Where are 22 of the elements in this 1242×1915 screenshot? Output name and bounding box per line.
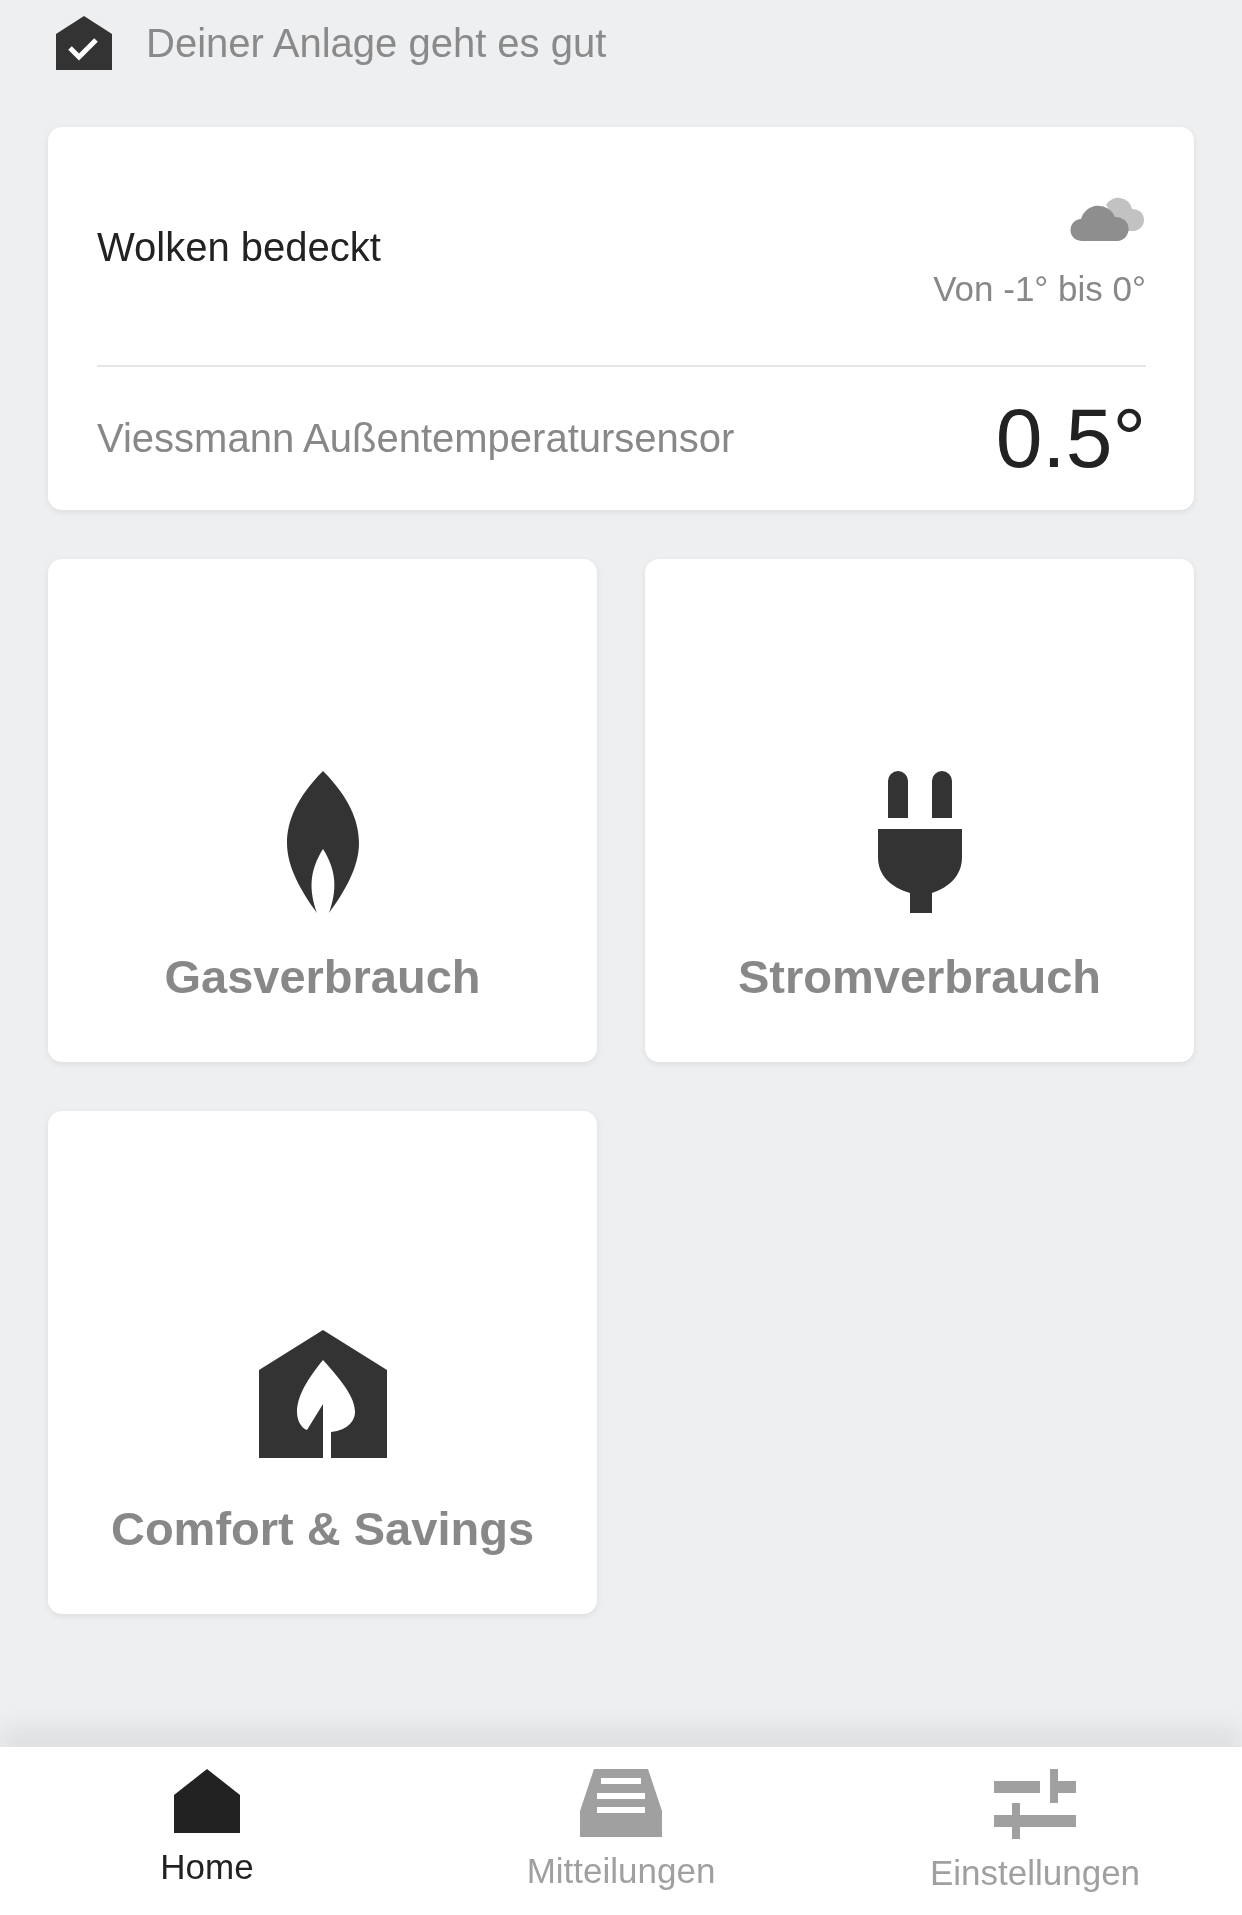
weather-condition: Wolken bedeckt	[97, 225, 381, 270]
home-icon	[174, 1769, 240, 1833]
nav-tab[interactable]: Einstellungen	[828, 1747, 1242, 1915]
tile-card[interactable]: Comfort & Savings	[48, 1111, 597, 1614]
status-text: Deiner Anlage geht es gut	[146, 20, 607, 66]
flame-icon	[286, 770, 359, 913]
tile-label: Gasverbrauch	[164, 949, 481, 1004]
sliders-icon	[994, 1769, 1076, 1839]
nav-tab[interactable]: Mitteilungen	[414, 1747, 828, 1915]
weather-card[interactable]: Wolken bedeckt Von -1° bis 0° Viessmann Außentemperatursensor 0.5°	[48, 127, 1194, 510]
temperature-value: 0.5°	[995, 390, 1146, 487]
inbox-icon	[580, 1769, 662, 1837]
tile-card[interactable]: Gasverbrauch	[48, 559, 597, 1062]
sensor-name: Viessmann Außentemperatursensor	[97, 416, 735, 461]
tile-label: Comfort & Savings	[110, 1501, 534, 1556]
nav-tab[interactable]: Home	[0, 1747, 414, 1915]
house-check-icon	[56, 16, 112, 70]
house-leaf-icon	[258, 1329, 387, 1458]
plug-icon	[877, 770, 962, 913]
tile-card[interactable]: Stromverbrauch	[645, 559, 1194, 1062]
temperature-range: Von -1° bis 0°	[933, 269, 1146, 309]
tile-label: Stromverbrauch	[737, 949, 1102, 1004]
